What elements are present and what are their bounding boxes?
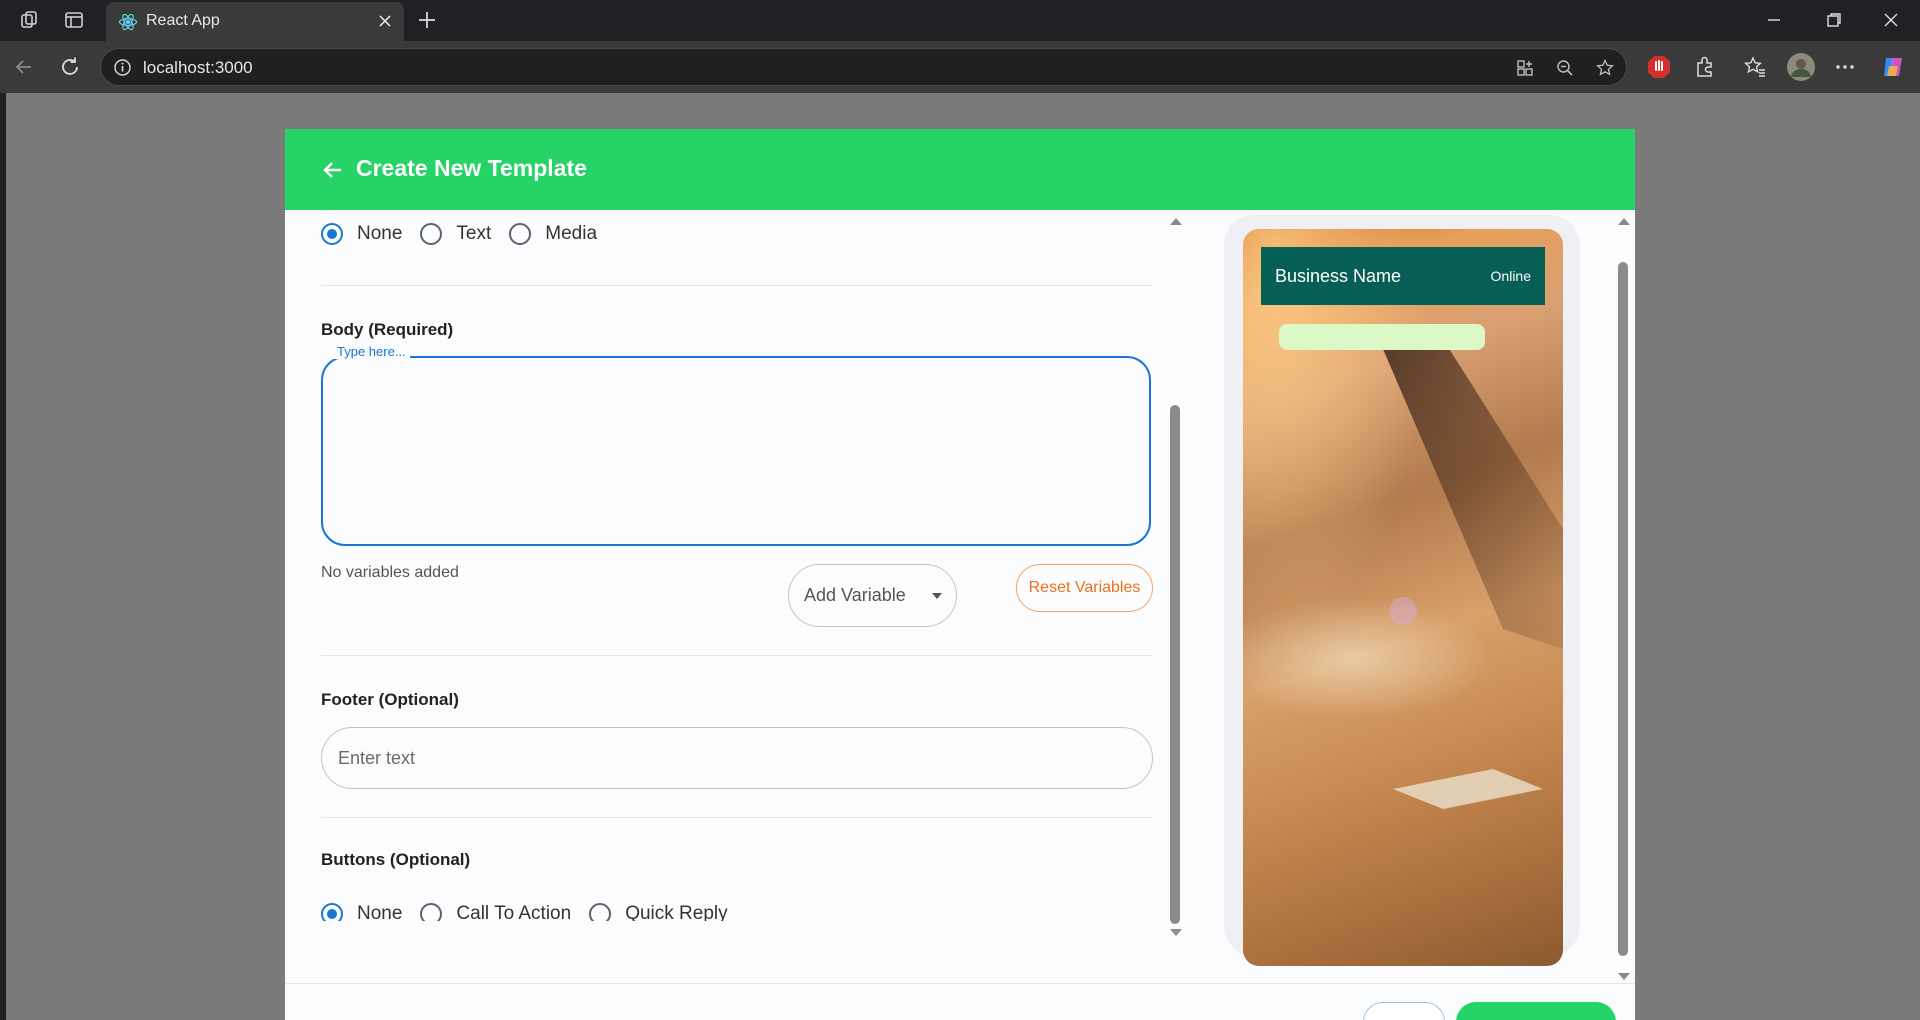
scroll-up-arrow-icon[interactable] [1618, 218, 1630, 225]
header-type-none-option[interactable]: None [321, 223, 402, 245]
zoom-out-icon[interactable] [1555, 58, 1575, 78]
url-bar[interactable]: localhost:3000 [100, 48, 1627, 86]
buttons-none-option[interactable]: None [321, 903, 402, 921]
online-status: Online [1490, 268, 1531, 284]
submit-button[interactable] [1456, 1002, 1616, 1020]
add-variable-label: Add Variable [804, 585, 906, 605]
extensions-icon[interactable] [1692, 54, 1718, 80]
workspaces-icon[interactable] [19, 9, 41, 31]
scroll-up-arrow-icon[interactable] [1170, 218, 1182, 225]
body-floating-label: Type here... [333, 344, 410, 359]
section-divider [321, 655, 1153, 656]
radio-button[interactable] [321, 903, 343, 921]
scroll-down-arrow-icon[interactable] [1618, 973, 1630, 980]
browser-tab[interactable]: React App [106, 2, 404, 41]
more-options-icon[interactable] [1832, 54, 1858, 80]
adblock-extension-icon[interactable] [1646, 54, 1672, 80]
vertical-tabs-icon[interactable] [63, 9, 85, 31]
radio-label: None [357, 223, 403, 244]
message-bubble [1279, 324, 1485, 350]
minimize-icon[interactable] [1764, 10, 1784, 30]
reload-icon[interactable] [58, 55, 82, 79]
create-template-modal: Create New Template None Text Media Body… [285, 129, 1635, 1020]
site-info-icon[interactable] [113, 58, 132, 77]
section-divider [321, 817, 1153, 818]
radio-label: Call To Action [456, 903, 572, 921]
preview-scrollbar[interactable] [1616, 210, 1630, 980]
tab-title: React App [146, 12, 220, 29]
modal-title: Create New Template [356, 155, 587, 181]
footer-section-title: Footer (Optional) [321, 690, 459, 709]
radio-label: Media [545, 223, 598, 244]
arrow-back-icon[interactable] [321, 158, 345, 182]
close-window-icon[interactable] [1881, 10, 1901, 30]
section-divider [321, 285, 1153, 286]
template-form: None Text Media Body (Required) Type her… [321, 210, 1153, 921]
cancel-button[interactable] [1363, 1002, 1445, 1020]
avatar[interactable] [1786, 52, 1816, 82]
form-scrollbar[interactable] [1168, 210, 1182, 940]
copilot-icon[interactable] [1880, 54, 1906, 80]
buttons-quick-reply-option[interactable]: Quick Reply [589, 903, 728, 921]
dropdown-arrow-icon [932, 593, 942, 599]
business-name: Business Name [1275, 266, 1402, 286]
radio-label: Text [456, 223, 492, 244]
header-type-text-option[interactable]: Text [420, 223, 491, 245]
chat-header: Business Name Online [1261, 247, 1545, 305]
address-bar-row: localhost:3000 [0, 41, 1920, 93]
browser-tab-bar: React App [0, 0, 1920, 41]
radio-button[interactable] [589, 903, 612, 921]
buttons-section-title: Buttons (Optional) [321, 850, 471, 869]
buttons-type-radio-group: None Call To Action Quick Reply [321, 903, 746, 921]
restore-icon[interactable] [1824, 10, 1844, 30]
header-type-media-option[interactable]: Media [509, 223, 597, 245]
react-logo-icon [118, 13, 138, 31]
reset-variables-button[interactable]: Reset Variables [1016, 564, 1153, 612]
footer-text-input[interactable] [321, 727, 1153, 789]
scrollbar-thumb[interactable] [1170, 405, 1180, 924]
scroll-down-arrow-icon[interactable] [1170, 929, 1182, 936]
close-tab-icon[interactable] [376, 12, 394, 30]
radio-button[interactable] [321, 223, 343, 245]
body-section-title: Body (Required) [321, 320, 454, 339]
scrollbar-thumb[interactable] [1618, 262, 1628, 956]
modal-footer [285, 983, 1635, 1020]
add-variable-select[interactable]: Add Variable [788, 564, 957, 627]
radio-button[interactable] [420, 903, 443, 921]
modal-header: Create New Template [285, 129, 1635, 210]
back-icon[interactable] [12, 55, 36, 79]
no-variables-text: No variables added [321, 564, 459, 581]
radio-label: Quick Reply [625, 903, 728, 921]
radio-button[interactable] [420, 223, 443, 245]
radio-button[interactable] [509, 223, 532, 245]
radio-label: None [357, 903, 403, 921]
new-tab-icon[interactable] [416, 9, 438, 31]
phone-preview: Business Name Online [1243, 229, 1563, 966]
url-text: localhost:3000 [143, 58, 253, 77]
app-available-icon[interactable] [1515, 58, 1535, 78]
header-type-radio-group: None Text Media [321, 223, 615, 245]
buttons-call-to-action-option[interactable]: Call To Action [420, 903, 571, 921]
favorites-icon[interactable] [1742, 54, 1768, 80]
favorite-star-icon[interactable] [1595, 58, 1615, 78]
body-textarea[interactable] [321, 356, 1151, 546]
